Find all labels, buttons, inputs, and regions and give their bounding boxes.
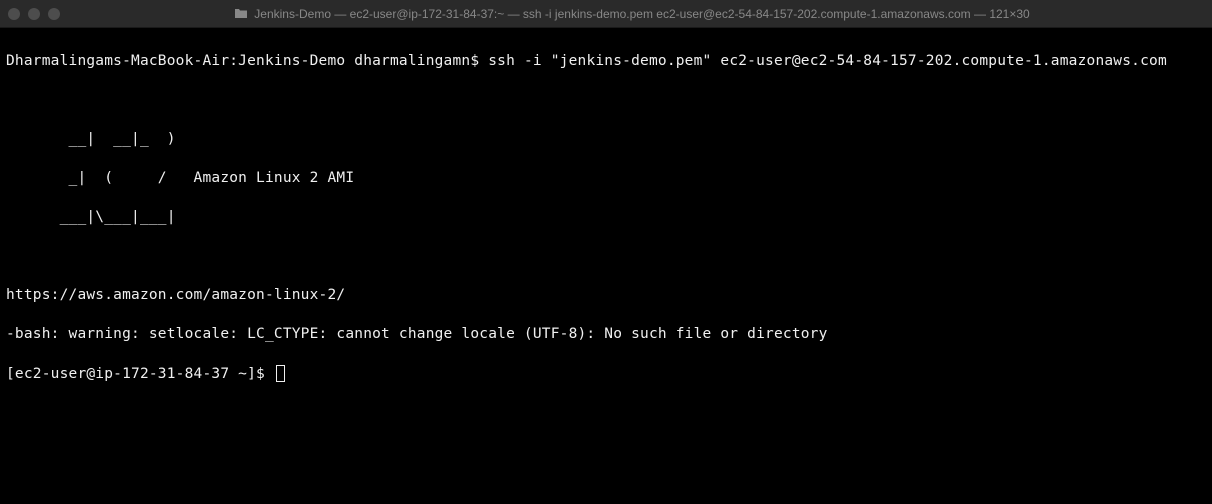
maximize-window-button[interactable] bbox=[48, 8, 60, 20]
traffic-lights bbox=[8, 8, 60, 20]
ssh-command: ssh -i "jenkins-demo.pem" ec2-user@ec2-5… bbox=[488, 53, 1167, 69]
ascii-art-line-3: ___|\___|___| bbox=[6, 208, 1206, 228]
blank-line bbox=[6, 247, 1206, 267]
local-command-line: Dharmalingams-MacBook-Air:Jenkins-Demo d… bbox=[6, 52, 1206, 72]
bash-warning-line: -bash: warning: setlocale: LC_CTYPE: can… bbox=[6, 325, 1206, 345]
remote-prompt: [ec2-user@ip-172-31-84-37 ~]$ bbox=[6, 366, 274, 382]
blank-line bbox=[6, 91, 1206, 111]
window-titlebar: Jenkins-Demo — ec2-user@ip-172-31-84-37:… bbox=[0, 0, 1212, 28]
window-title: Jenkins-Demo — ec2-user@ip-172-31-84-37:… bbox=[254, 7, 1029, 21]
ascii-art-line-1: __| __|_ ) bbox=[6, 130, 1206, 150]
remote-prompt-line: [ec2-user@ip-172-31-84-37 ~]$ bbox=[6, 365, 1206, 385]
cursor bbox=[276, 365, 285, 382]
minimize-window-button[interactable] bbox=[28, 8, 40, 20]
ascii-art-line-2: _| ( / Amazon Linux 2 AMI bbox=[6, 169, 1206, 189]
terminal-body[interactable]: Dharmalingams-MacBook-Air:Jenkins-Demo d… bbox=[0, 28, 1212, 504]
local-prompt: Dharmalingams-MacBook-Air:Jenkins-Demo d… bbox=[6, 53, 488, 69]
close-window-button[interactable] bbox=[8, 8, 20, 20]
amazon-linux-url: https://aws.amazon.com/amazon-linux-2/ bbox=[6, 286, 1206, 306]
folder-icon bbox=[234, 8, 248, 19]
titlebar-title-area: Jenkins-Demo — ec2-user@ip-172-31-84-37:… bbox=[60, 7, 1204, 21]
